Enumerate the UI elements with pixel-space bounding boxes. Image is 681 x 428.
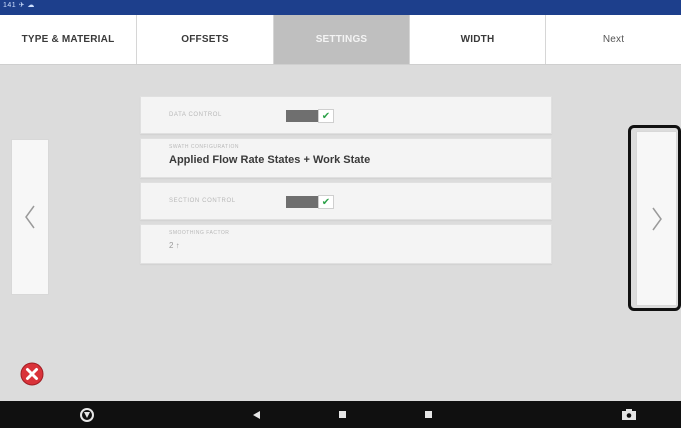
trimble-logo-icon[interactable] [72, 401, 102, 428]
display-row[interactable]: SWATH CONFIGURATION Applied Flow Rate St… [140, 138, 552, 178]
cancel-icon [20, 362, 44, 386]
section-control-row: SECTION CONTROL ✔ [140, 182, 552, 220]
chevron-left-icon [25, 205, 35, 229]
chevron-right-icon [651, 207, 662, 230]
tab-next[interactable]: Next [546, 15, 681, 64]
system-nav-bar [0, 401, 681, 428]
tab-offsets[interactable]: OFFSETS [137, 15, 274, 64]
tab-type-material[interactable]: TYPE & MATERIAL [0, 15, 137, 64]
smoothing-caption: SMOOTHING FACTOR [169, 230, 230, 236]
data-control-row: DATA CONTROL ✔ [140, 96, 552, 134]
check-icon: ✔ [318, 109, 334, 123]
section-control-toggle[interactable]: ✔ [286, 195, 334, 209]
back-triangle-icon[interactable] [247, 401, 267, 428]
recents-icon[interactable] [418, 401, 438, 428]
status-text: 141 ✈ ☁ [3, 2, 35, 9]
tab-settings[interactable]: SETTINGS [274, 15, 410, 64]
smoothing-row[interactable]: SMOOTHING FACTOR 2 ↑ [140, 224, 552, 264]
toggle-track [286, 196, 318, 208]
home-icon[interactable] [332, 401, 352, 428]
camera-icon[interactable] [617, 401, 641, 428]
smoothing-value: 2 ↑ [169, 241, 180, 250]
display-value: Applied Flow Rate States + Work State [169, 154, 371, 166]
previous-button[interactable] [11, 139, 49, 295]
tab-bar: TYPE & MATERIAL OFFSETS SETTINGS WIDTH N… [0, 15, 681, 65]
section-control-label: SECTION CONTROL [169, 198, 236, 204]
status-bar: 141 ✈ ☁ [0, 0, 681, 15]
check-icon: ✔ [318, 195, 334, 209]
display-caption: SWATH CONFIGURATION [169, 144, 239, 150]
data-control-label: DATA CONTROL [169, 112, 222, 118]
data-control-toggle[interactable]: ✔ [286, 109, 334, 123]
toggle-track [286, 110, 318, 122]
cancel-button[interactable] [15, 361, 49, 387]
tab-width[interactable]: WIDTH [410, 15, 546, 64]
next-button[interactable] [636, 131, 677, 306]
